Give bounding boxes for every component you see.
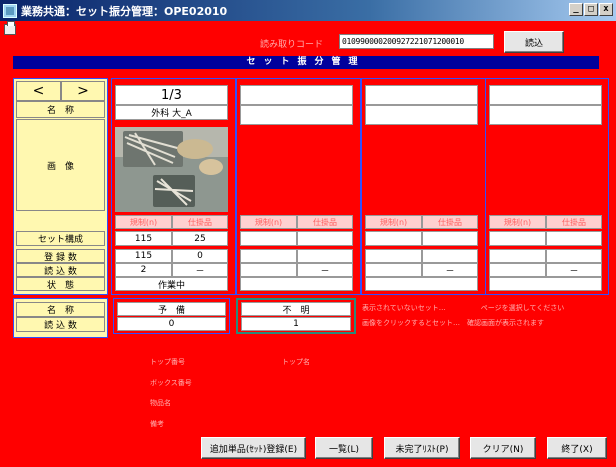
spare-count: 0 — [117, 317, 226, 331]
spare-name: 予 備 — [117, 302, 226, 316]
registered-value — [240, 249, 297, 263]
prev-page-button[interactable]: < — [16, 81, 61, 101]
set-config-label: セット構成 — [16, 231, 105, 246]
unknown-name: 不 明 — [241, 302, 351, 316]
next-page-button[interactable]: > — [61, 81, 105, 101]
set-image[interactable] — [115, 127, 228, 212]
spare-box[interactable]: 予 備 0 — [113, 298, 230, 334]
window-title: 業務共通：セット振分管理：OPE02010 — [21, 4, 228, 18]
set-config-value: 115 — [115, 231, 172, 246]
set-config-value — [240, 231, 297, 246]
info-label-1: トップ番号 — [150, 358, 185, 366]
registered-count-label: 登 録 数 — [16, 249, 105, 263]
read-extra: － — [297, 263, 353, 277]
end-button[interactable]: 終了(X) — [547, 437, 607, 459]
page-indicator — [489, 85, 602, 105]
sub-header-right: 仕掛品 — [422, 215, 478, 229]
registered-value — [365, 249, 422, 263]
minimize-button[interactable]: _ — [569, 3, 583, 16]
sub-header-left: 規制(n) — [365, 215, 422, 229]
read-extra: － — [422, 263, 478, 277]
set-config-value — [489, 231, 546, 246]
set-config-value — [365, 231, 422, 246]
page-indicator — [240, 85, 353, 105]
set-name: 外科 大_A — [115, 105, 228, 120]
info-label-3: ボックス番号 — [150, 379, 192, 387]
sub-header-left: 規制(n) — [489, 215, 546, 229]
info-label-5: 備考 — [150, 420, 164, 428]
maximize-button[interactable]: □ — [584, 3, 598, 16]
list-button[interactable]: 一覧(L) — [315, 437, 373, 459]
incomplete-list-button[interactable]: 未完了ﾘｽﾄ(P) — [384, 437, 460, 459]
add-single-button[interactable]: 追加単品(ｾｯﾄ)登録(E) — [201, 437, 306, 459]
registered-value — [489, 249, 546, 263]
sub-header-right: 仕掛品 — [297, 215, 353, 229]
set-config-extra — [422, 231, 478, 246]
set-column-1[interactable]: 1/3 外科 大_A 規制(n) 仕掛品 115 25 115 0 2 － 作業… — [111, 78, 236, 295]
read-button[interactable]: 読込 — [504, 31, 564, 53]
bottom-read-label: 読 込 数 — [16, 317, 105, 332]
close-button[interactable]: x — [599, 3, 613, 16]
read-extra: － — [546, 263, 602, 277]
name-label: 名 称 — [16, 101, 105, 118]
help-message-2: 画像をクリックするとセット… 確認画面が表示されます — [362, 319, 544, 327]
registered-extra — [297, 249, 353, 263]
read-extra: － — [172, 263, 228, 277]
status-value — [240, 277, 353, 291]
unknown-count: 1 — [241, 317, 351, 331]
page-indicator — [365, 85, 478, 105]
barcode-input[interactable]: 010990000200927221071200010 — [339, 34, 494, 49]
info-label-4: 物品名 — [150, 399, 171, 407]
set-column-4[interactable]: 規制(n) 仕掛品 － — [485, 78, 609, 295]
set-column-2[interactable]: 規制(n) 仕掛品 － — [236, 78, 361, 295]
bottom-name-label: 名 称 — [16, 302, 105, 317]
label-panel: < > 名 称 画 像 セット構成 登 録 数 読 込 数 状 態 — [13, 78, 108, 295]
app-icon — [3, 3, 17, 18]
registered-extra: 0 — [172, 249, 228, 263]
set-name — [365, 105, 478, 125]
set-name — [489, 105, 602, 125]
set-column-3[interactable]: 規制(n) 仕掛品 － — [361, 78, 486, 295]
set-config-extra: 25 — [172, 231, 228, 246]
sub-header-right: 仕掛品 — [172, 215, 228, 229]
sub-header-left: 規制(n) — [115, 215, 172, 229]
sub-header-right: 仕掛品 — [546, 215, 602, 229]
read-value: 2 — [115, 263, 172, 277]
status-value — [489, 277, 602, 291]
registered-extra — [422, 249, 478, 263]
registered-extra — [546, 249, 602, 263]
set-name — [240, 105, 353, 125]
read-value — [365, 263, 422, 277]
clear-button[interactable]: クリア(N) — [470, 437, 536, 459]
title-bar: 業務共通：セット振分管理：OPE02010 _ □ x — [0, 0, 616, 21]
registered-value: 115 — [115, 249, 172, 263]
read-value — [240, 263, 297, 277]
read-count-label: 読 込 数 — [16, 263, 105, 277]
page-title: セット振分管理 — [13, 56, 599, 69]
read-value — [489, 263, 546, 277]
unknown-box[interactable]: 不 明 1 — [236, 298, 356, 334]
sub-header-left: 規制(n) — [240, 215, 297, 229]
status-value: 作業中 — [115, 277, 228, 291]
help-message-1: 表示されていないセット… ページを選択してください — [362, 304, 565, 312]
barcode-label: 読み取りコード — [260, 40, 324, 50]
image-label: 画 像 — [16, 119, 105, 211]
status-label: 状 態 — [16, 277, 105, 291]
set-config-extra — [297, 231, 353, 246]
status-value — [365, 277, 478, 291]
page-indicator: 1/3 — [115, 85, 228, 105]
print-icon[interactable] — [4, 21, 16, 35]
info-label-2: トップ名 — [282, 358, 310, 366]
set-config-extra — [546, 231, 602, 246]
bottom-label-panel: 名 称 読 込 数 — [13, 298, 108, 338]
